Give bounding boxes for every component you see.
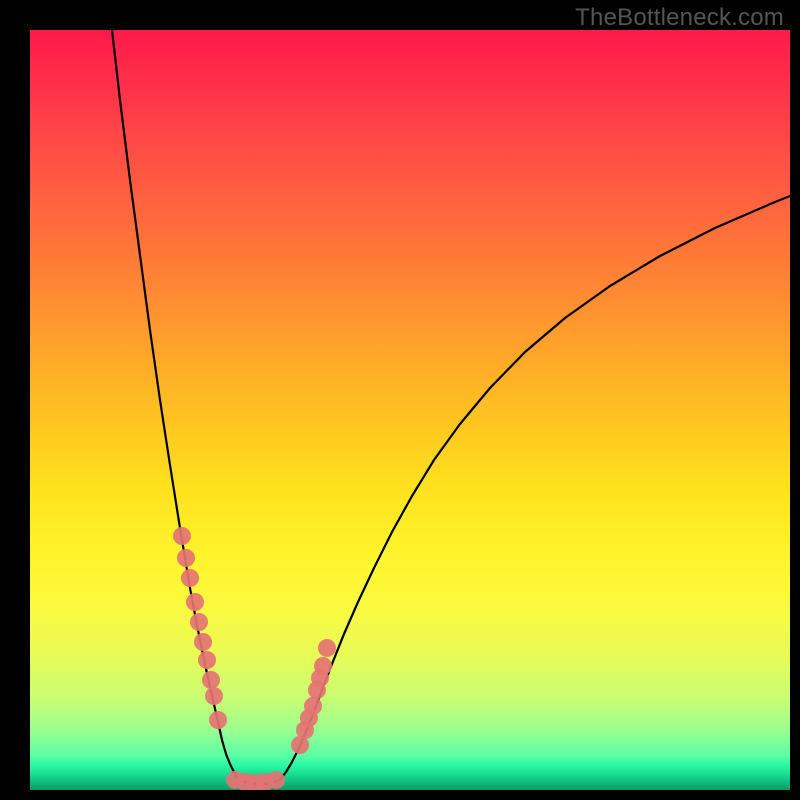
dots-right-arm-dot bbox=[314, 657, 332, 675]
dots-left-arm-dot bbox=[198, 651, 216, 669]
dots-right-arm-dot bbox=[304, 697, 322, 715]
dots-left-arm-dot bbox=[194, 633, 212, 651]
dots-left-arm-dot bbox=[190, 613, 208, 631]
dots-left-arm-dot bbox=[209, 711, 227, 729]
dots-left-arm-dot bbox=[205, 687, 223, 705]
dots-left-arm-dot bbox=[186, 593, 204, 611]
dots-right-arm-dot bbox=[318, 639, 336, 657]
dots-left-arm-dot bbox=[177, 549, 195, 567]
data-dots bbox=[173, 527, 336, 790]
curve-left-arm bbox=[112, 30, 240, 780]
curve-right-arm bbox=[280, 196, 790, 780]
dots-left-arm-dot bbox=[173, 527, 191, 545]
dots-left-arm-dot bbox=[181, 569, 199, 587]
plot-area bbox=[30, 30, 790, 790]
chart-frame: TheBottleneck.com bbox=[0, 0, 800, 800]
curve-overlay bbox=[30, 30, 790, 790]
dots-valley-floor-dot bbox=[267, 771, 285, 789]
dots-left-arm-dot bbox=[202, 671, 220, 689]
watermark-text: TheBottleneck.com bbox=[575, 4, 784, 32]
